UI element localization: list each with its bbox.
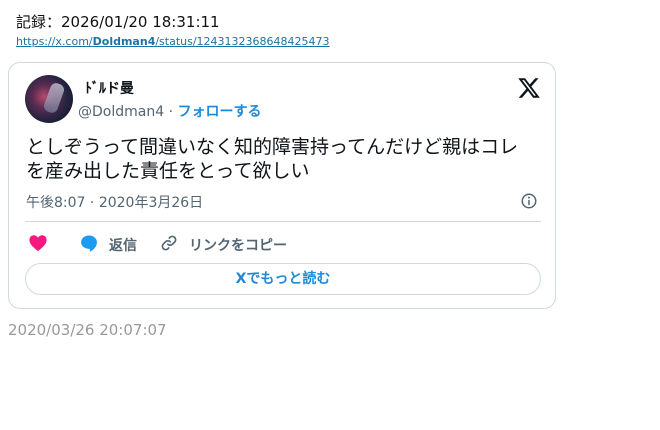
tweet-time: 午後8:07 (26, 195, 86, 211)
tweet-timestamp[interactable]: 午後8:07 · 2020年3月26日 (26, 192, 203, 212)
speech-bubble-icon[interactable] (79, 233, 99, 253)
separator: · (164, 104, 178, 120)
reply-button[interactable]: 返信 (109, 235, 137, 255)
url-suffix: /status/1243132368648425473 (155, 35, 330, 48)
tweet-url-link[interactable]: https://x.com/Doldman4/status/1243132368… (16, 35, 330, 48)
user-handle[interactable]: @Doldman4 (78, 104, 164, 120)
url-username: Doldman4 (92, 35, 156, 48)
display-name[interactable]: ﾄﾞﾙド曼 (85, 78, 134, 98)
url-prefix: https://x.com/ (16, 35, 93, 48)
action-bar: 返信 リンクをコピー (25, 231, 541, 255)
read-more-button[interactable]: Xでもっと読む (25, 263, 541, 295)
heart-icon[interactable] (28, 234, 48, 252)
date-separator: · (85, 195, 99, 211)
tweet-date: 2020年3月26日 (98, 195, 204, 211)
avatar[interactable] (25, 75, 73, 123)
tweet-card: ﾄﾞﾙド曼 @Doldman4 · フォローする としぞうって間違いなく知的障害… (8, 62, 556, 309)
copy-link-button[interactable]: リンクをコピー (189, 235, 287, 255)
record-timestamp: 記録：2026/01/20 18:31:11 (16, 13, 220, 31)
handle-row: @Doldman4 · フォローする (78, 101, 261, 121)
follow-button[interactable]: フォローする (177, 104, 261, 120)
info-icon[interactable] (520, 192, 538, 210)
x-logo-icon[interactable] (517, 76, 541, 100)
tweet-text: としぞうって間違いなく知的障害持ってんだけど親はコレを産み出した責任をとって欲し… (26, 136, 519, 182)
divider (25, 221, 541, 222)
link-icon[interactable] (159, 233, 179, 253)
footer-timestamp: 2020/03/26 20:07:07 (8, 321, 167, 339)
